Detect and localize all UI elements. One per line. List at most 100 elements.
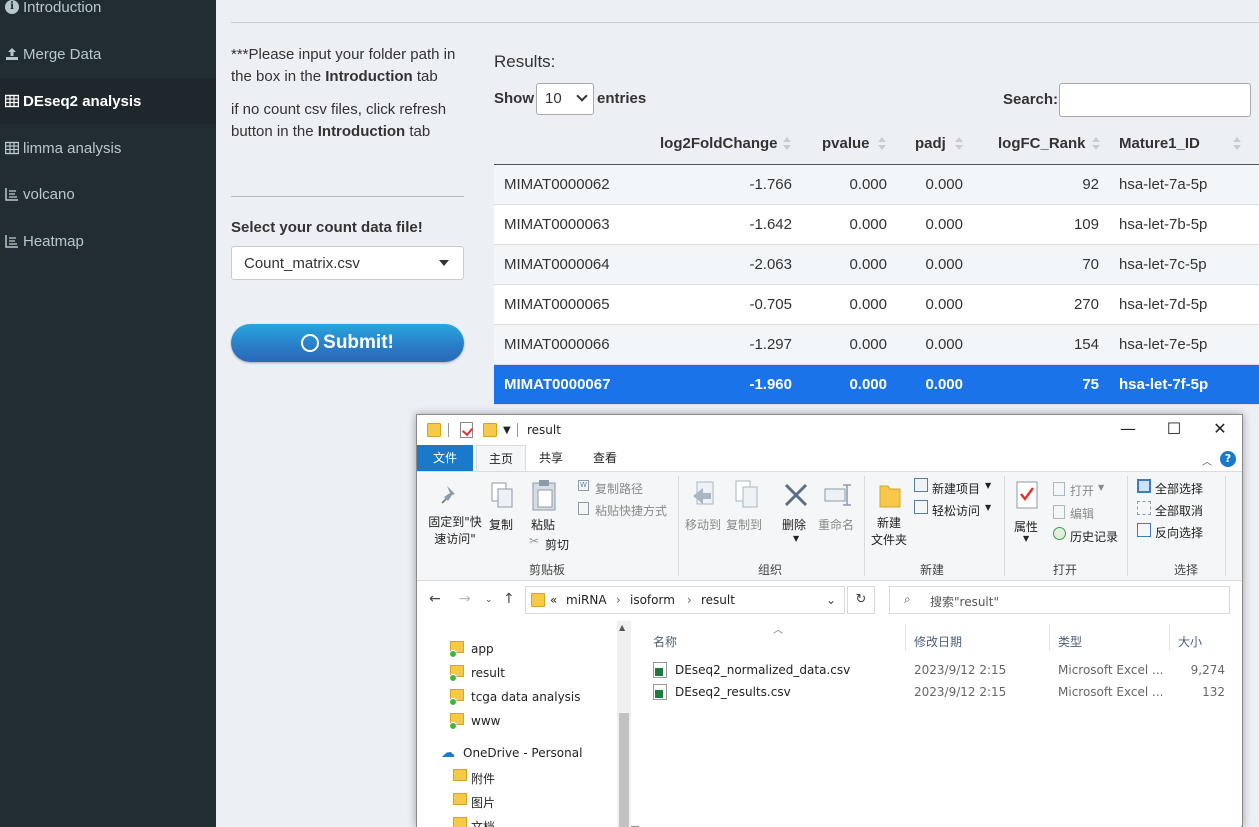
- nav-item-app[interactable]: app: [471, 642, 494, 656]
- col-header-name[interactable]: 名称: [653, 633, 677, 650]
- col-header-type[interactable]: 类型: [1058, 633, 1082, 650]
- col-header-padj[interactable]: padj: [915, 135, 946, 152]
- table-row[interactable]: MIMAT0000065 -0.705 0.000 0.000 270 hsa-let-7…: [494, 285, 1259, 325]
- breadcrumb-overflow[interactable]: «: [550, 593, 557, 607]
- nav-scrollbar[interactable]: ▲: [617, 621, 631, 827]
- invert-selection-button[interactable]: 反向选择: [1155, 524, 1203, 541]
- nav-item-tcga-data-analysis[interactable]: tcga data analysis: [471, 690, 581, 704]
- properties-button[interactable]: 属性: [1014, 518, 1038, 535]
- tab-file[interactable]: 文件: [417, 445, 473, 471]
- breadcrumb-isoform[interactable]: isoform: [630, 593, 675, 607]
- breadcrumb-mirna[interactable]: miRNA: [566, 593, 607, 607]
- folder-icon: [453, 769, 467, 781]
- nav-item-result[interactable]: result: [471, 666, 505, 680]
- sidebar-item-merge-data[interactable]: Merge Data: [0, 31, 216, 77]
- copy-button[interactable]: 复制: [489, 516, 513, 533]
- col-header-logfc-rank[interactable]: logFC_Rank: [998, 135, 1086, 152]
- separator: [1127, 476, 1128, 576]
- new-folder-button[interactable]: 新建 文件夹: [871, 515, 907, 549]
- sidebar-item-heatmap[interactable]: Heatmap: [0, 218, 216, 264]
- submit-button[interactable]: Submit!: [231, 324, 464, 362]
- delete-button[interactable]: 删除: [782, 516, 806, 533]
- chevron-right-icon[interactable]: ›: [616, 593, 621, 607]
- copy-to-button[interactable]: 复制到: [726, 516, 762, 533]
- new-item-button[interactable]: 新建项目: [932, 480, 980, 497]
- edit-button[interactable]: 编辑: [1070, 505, 1094, 522]
- pin-quick-access-button[interactable]: 固定到"快速访问": [425, 514, 485, 548]
- col-header-log2foldchange[interactable]: log2FoldChange: [660, 135, 778, 152]
- nav-item-www[interactable]: www: [471, 714, 500, 728]
- breadcrumb-result[interactable]: result: [701, 593, 735, 607]
- file-row[interactable]: DEseq2_normalized_data.csv 2023/9/12 2:1…: [639, 659, 1241, 681]
- cut-button[interactable]: 剪切: [545, 536, 569, 553]
- history-button[interactable]: 历史记录: [1070, 528, 1118, 545]
- chevron-down-icon[interactable]: ▼: [985, 503, 991, 512]
- select-all-button[interactable]: 全部选择: [1155, 480, 1203, 497]
- table-row[interactable]: MIMAT0000062 -1.766 0.000 0.000 92 hsa-let-7a…: [494, 165, 1259, 205]
- tab-share[interactable]: 共享: [527, 445, 575, 471]
- sort-icon: [955, 137, 963, 151]
- row-id-cell: MIMAT0000062: [504, 176, 610, 193]
- nav-item-onedrive[interactable]: OneDrive - Personal: [463, 746, 582, 760]
- chevron-down-icon[interactable]: ▼: [793, 534, 799, 543]
- tab-view[interactable]: 查看: [581, 445, 629, 471]
- scrollbar-thumb[interactable]: [619, 713, 629, 827]
- page-length-select[interactable]: 10: [536, 83, 594, 115]
- sidebar-item-introduction[interactable]: i Introduction: [0, 0, 216, 30]
- mature-id-cell: hsa-let-7d-5p: [1119, 296, 1208, 313]
- search-input[interactable]: [1059, 83, 1251, 117]
- nav-item-attachments[interactable]: 附件: [471, 770, 495, 787]
- chevron-down-icon[interactable]: ▼: [1023, 534, 1029, 543]
- paste-shortcut-button[interactable]: 粘贴快捷方式: [595, 502, 667, 519]
- address-box[interactable]: « miRNA › isoform › result ⌄: [525, 586, 845, 614]
- select-all-icon: [1137, 479, 1151, 493]
- nav-item-documents[interactable]: 文档: [471, 818, 495, 827]
- properties-icon[interactable]: [460, 422, 473, 438]
- table-row[interactable]: MIMAT0000064 -2.063 0.000 0.000 70 hsa-let-7c…: [494, 245, 1259, 285]
- log2fc-cell: -0.705: [749, 296, 792, 313]
- chevron-down-icon[interactable]: ▼: [503, 425, 511, 436]
- chevron-down-icon[interactable]: ▼: [985, 481, 991, 490]
- chevron-down-icon[interactable]: ▼: [1098, 483, 1104, 492]
- forward-arrow-icon[interactable]: →: [459, 591, 471, 607]
- refresh-icon[interactable]: ↻: [847, 586, 875, 614]
- move-to-button[interactable]: 移动到: [685, 516, 721, 533]
- pvalue-cell: 0.000: [849, 376, 887, 393]
- open-button[interactable]: 打开: [1070, 482, 1094, 499]
- back-arrow-icon[interactable]: ←: [429, 591, 441, 607]
- nav-item-pictures[interactable]: 图片: [471, 794, 495, 811]
- close-icon[interactable]: ✕: [1205, 419, 1235, 441]
- tab-home[interactable]: 主页: [476, 445, 527, 472]
- rename-button[interactable]: 重命名: [818, 516, 854, 533]
- copy-path-button[interactable]: 复制路径: [595, 480, 643, 497]
- up-arrow-icon[interactable]: ↑: [503, 591, 515, 607]
- sidebar-item-deseq2-analysis[interactable]: DEseq2 analysis: [0, 78, 216, 124]
- select-none-button[interactable]: 全部取消: [1155, 502, 1203, 519]
- file-type: Microsoft Excel ...: [1058, 663, 1164, 677]
- table-row[interactable]: MIMAT0000063 -1.642 0.000 0.000 109 hsa-let-7…: [494, 205, 1259, 245]
- help-icon[interactable]: ?: [1220, 451, 1236, 467]
- maximize-icon[interactable]: ☐: [1159, 419, 1189, 441]
- paste-button[interactable]: 粘贴: [531, 516, 555, 533]
- count-file-select[interactable]: Count_matrix.csv: [231, 246, 464, 280]
- chevron-down-icon[interactable]: ⌄: [826, 593, 836, 607]
- table-row[interactable]: MIMAT0000066 -1.297 0.000 0.000 154 hsa-let-7…: [494, 325, 1259, 365]
- log2fc-cell: -1.297: [749, 336, 792, 353]
- minimize-icon[interactable]: —: [1113, 419, 1143, 441]
- chevron-up-icon[interactable]: ︿: [1202, 453, 1212, 468]
- chevron-right-icon[interactable]: ›: [687, 593, 692, 607]
- easy-access-button[interactable]: 轻松访问: [932, 502, 980, 519]
- file-row[interactable]: DEseq2_results.csv 2023/9/12 2:15 Micros…: [639, 681, 1241, 703]
- chevron-down-icon[interactable]: ⌄: [485, 595, 493, 605]
- table-row[interactable]: MIMAT0000067 -1.960 0.000 0.000 75 hsa-let-7f…: [494, 365, 1259, 405]
- sidebar-item-limma-analysis[interactable]: limma analysis: [0, 125, 216, 171]
- sidebar-item-volcano[interactable]: volcano: [0, 171, 216, 217]
- explorer-search-input[interactable]: ⌕ 搜索"result": [889, 586, 1230, 614]
- pvalue-cell: 0.000: [849, 336, 887, 353]
- col-header-mature1-id[interactable]: Mature1_ID: [1119, 135, 1200, 152]
- col-header-size[interactable]: 大小: [1178, 633, 1202, 650]
- col-header-pvalue[interactable]: pvalue: [822, 135, 870, 152]
- new-folder-icon[interactable]: [483, 423, 497, 437]
- scroll-up-icon[interactable]: ▲: [619, 623, 625, 632]
- col-header-date[interactable]: 修改日期: [914, 633, 962, 650]
